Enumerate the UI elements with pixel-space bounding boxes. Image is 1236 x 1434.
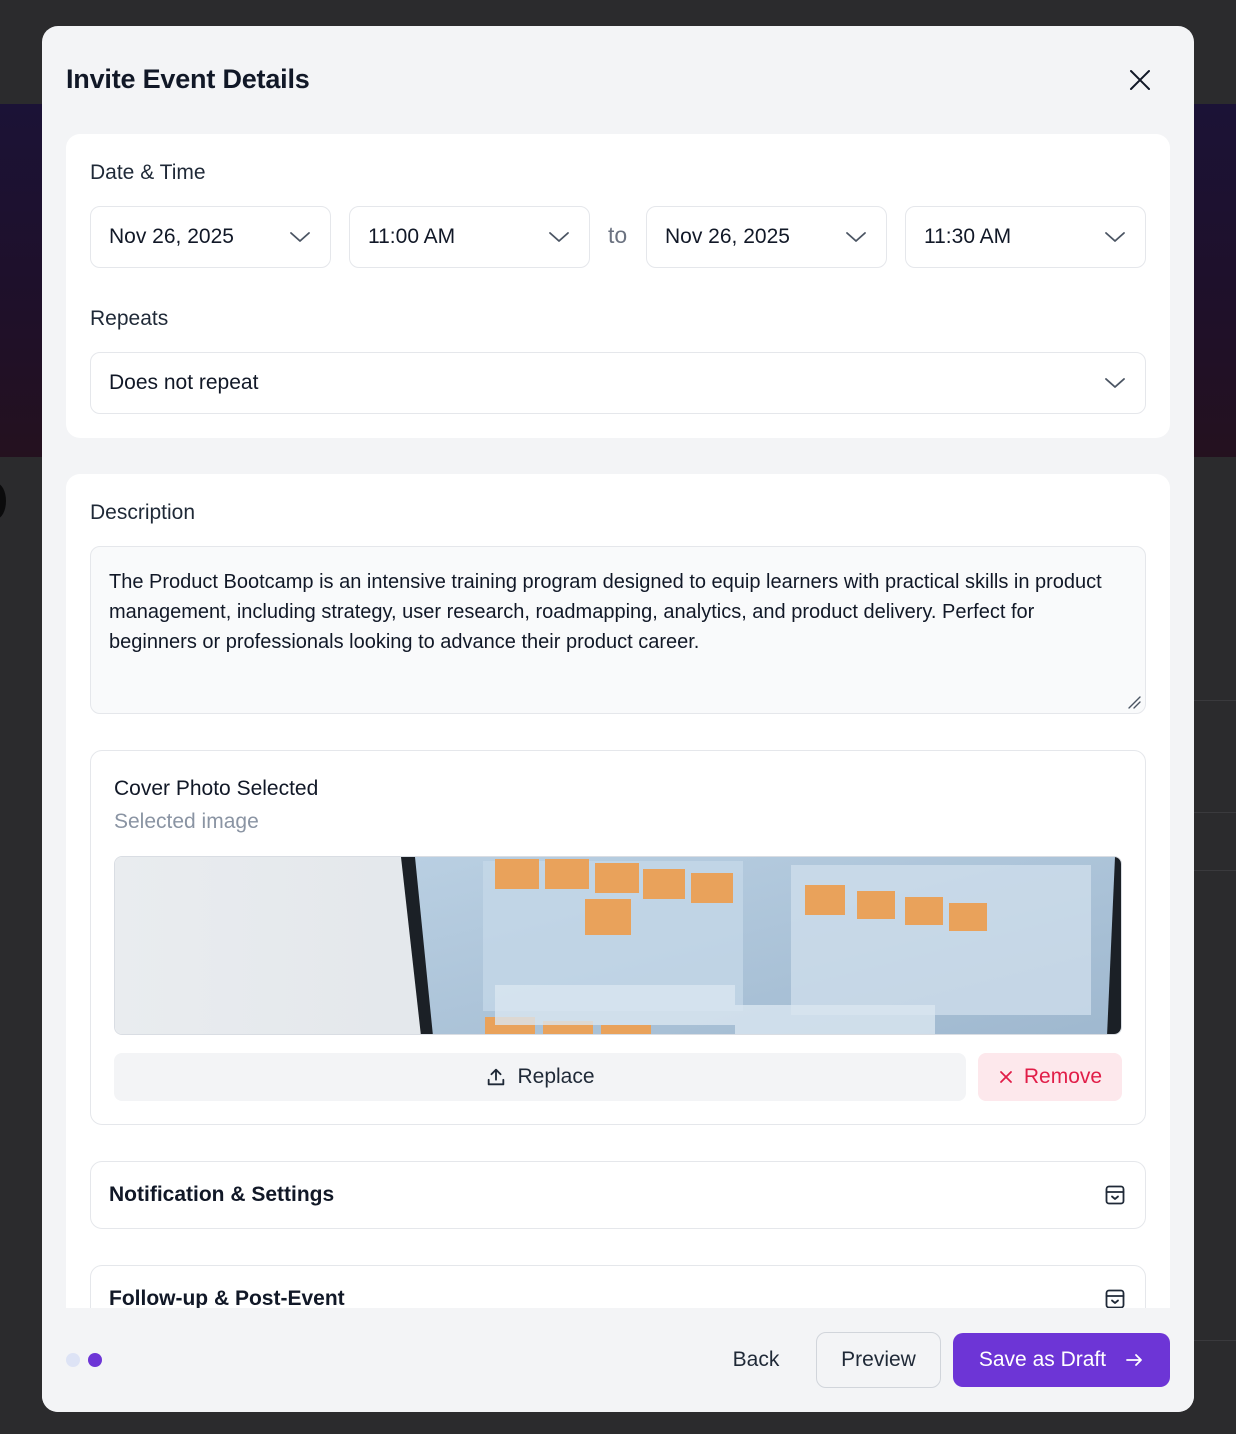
close-icon — [999, 1071, 1012, 1083]
end-date-select[interactable]: Nov 26, 2025 — [646, 206, 887, 268]
start-time-select[interactable]: 11:00 AM — [349, 206, 590, 268]
close-icon — [1130, 70, 1150, 90]
cover-photo-title: Cover Photo Selected — [114, 777, 319, 800]
background-divider — [1194, 812, 1236, 813]
remove-photo-button[interactable]: Remove — [978, 1053, 1122, 1101]
start-time-value: 11:00 AM — [368, 225, 456, 248]
followup-post-event-title: Follow-up & Post-Event — [109, 1287, 345, 1308]
repeats-select[interactable]: Does not repeat — [90, 352, 1146, 414]
modal-scroll-area[interactable]: Date & Time Nov 26, 2025 11:00 AM to Nov… — [42, 134, 1194, 1308]
date-range-separator: to — [608, 222, 628, 248]
start-date-value: Nov 26, 2025 — [109, 225, 234, 248]
chevron-down-icon — [549, 232, 569, 242]
repeats-label: Repeats — [90, 307, 169, 330]
description-card: Description The Product Bootcamp is an i… — [66, 474, 1170, 1308]
chevron-down-icon — [846, 232, 866, 242]
background-element — [0, 483, 6, 519]
replace-label: Replace — [517, 1065, 595, 1088]
cover-photo-subtitle: Selected image — [114, 810, 259, 833]
followup-post-event-section[interactable]: Follow-up & Post-Event — [90, 1265, 1146, 1308]
notification-settings-title: Notification & Settings — [109, 1183, 335, 1206]
background-divider — [1194, 870, 1236, 871]
description-label: Description — [90, 501, 196, 524]
expand-panel-icon — [1105, 1289, 1125, 1308]
background-divider — [1194, 1340, 1236, 1341]
cover-photo-panel: Cover Photo Selected Selected image Repl… — [90, 750, 1146, 1125]
cover-photo-image — [115, 857, 1121, 1034]
modal-footer: Back Preview Save as Draft — [42, 1308, 1194, 1412]
chevron-down-icon — [1105, 378, 1125, 388]
end-time-value: 11:30 AM — [924, 225, 1012, 248]
resize-grip-icon[interactable] — [1125, 693, 1141, 709]
step-indicator-active — [88, 1353, 102, 1367]
date-time-card: Date & Time Nov 26, 2025 11:00 AM to Nov… — [66, 134, 1170, 438]
notification-settings-section[interactable]: Notification & Settings — [90, 1161, 1146, 1229]
save-as-draft-button[interactable]: Save as Draft — [953, 1333, 1170, 1387]
step-indicator-inactive — [66, 1353, 80, 1367]
invite-event-details-modal: Invite Event Details Date & Time Nov 26,… — [42, 26, 1194, 1412]
modal-title: Invite Event Details — [66, 64, 310, 94]
arrow-right-icon — [1126, 1354, 1143, 1366]
end-date-value: Nov 26, 2025 — [665, 225, 790, 248]
description-text: The Product Bootcamp is an intensive tra… — [109, 571, 1102, 653]
close-button[interactable] — [1122, 62, 1158, 98]
background-divider — [1194, 700, 1236, 701]
preview-button[interactable]: Preview — [816, 1332, 941, 1388]
chevron-down-icon — [290, 232, 310, 242]
replace-photo-button[interactable]: Replace — [114, 1053, 966, 1101]
save-as-draft-label: Save as Draft — [978, 1348, 1107, 1371]
back-button[interactable]: Back — [714, 1332, 798, 1388]
date-time-label: Date & Time — [90, 161, 206, 184]
start-date-select[interactable]: Nov 26, 2025 — [90, 206, 331, 268]
cover-photo-preview — [114, 856, 1122, 1035]
end-time-select[interactable]: 11:30 AM — [905, 206, 1146, 268]
description-textarea[interactable]: The Product Bootcamp is an intensive tra… — [90, 546, 1146, 714]
chevron-down-icon — [1105, 232, 1125, 242]
remove-label: Remove — [1023, 1065, 1103, 1088]
expand-panel-icon — [1105, 1185, 1125, 1205]
upload-icon — [488, 1068, 505, 1086]
repeats-value: Does not repeat — [109, 371, 259, 394]
